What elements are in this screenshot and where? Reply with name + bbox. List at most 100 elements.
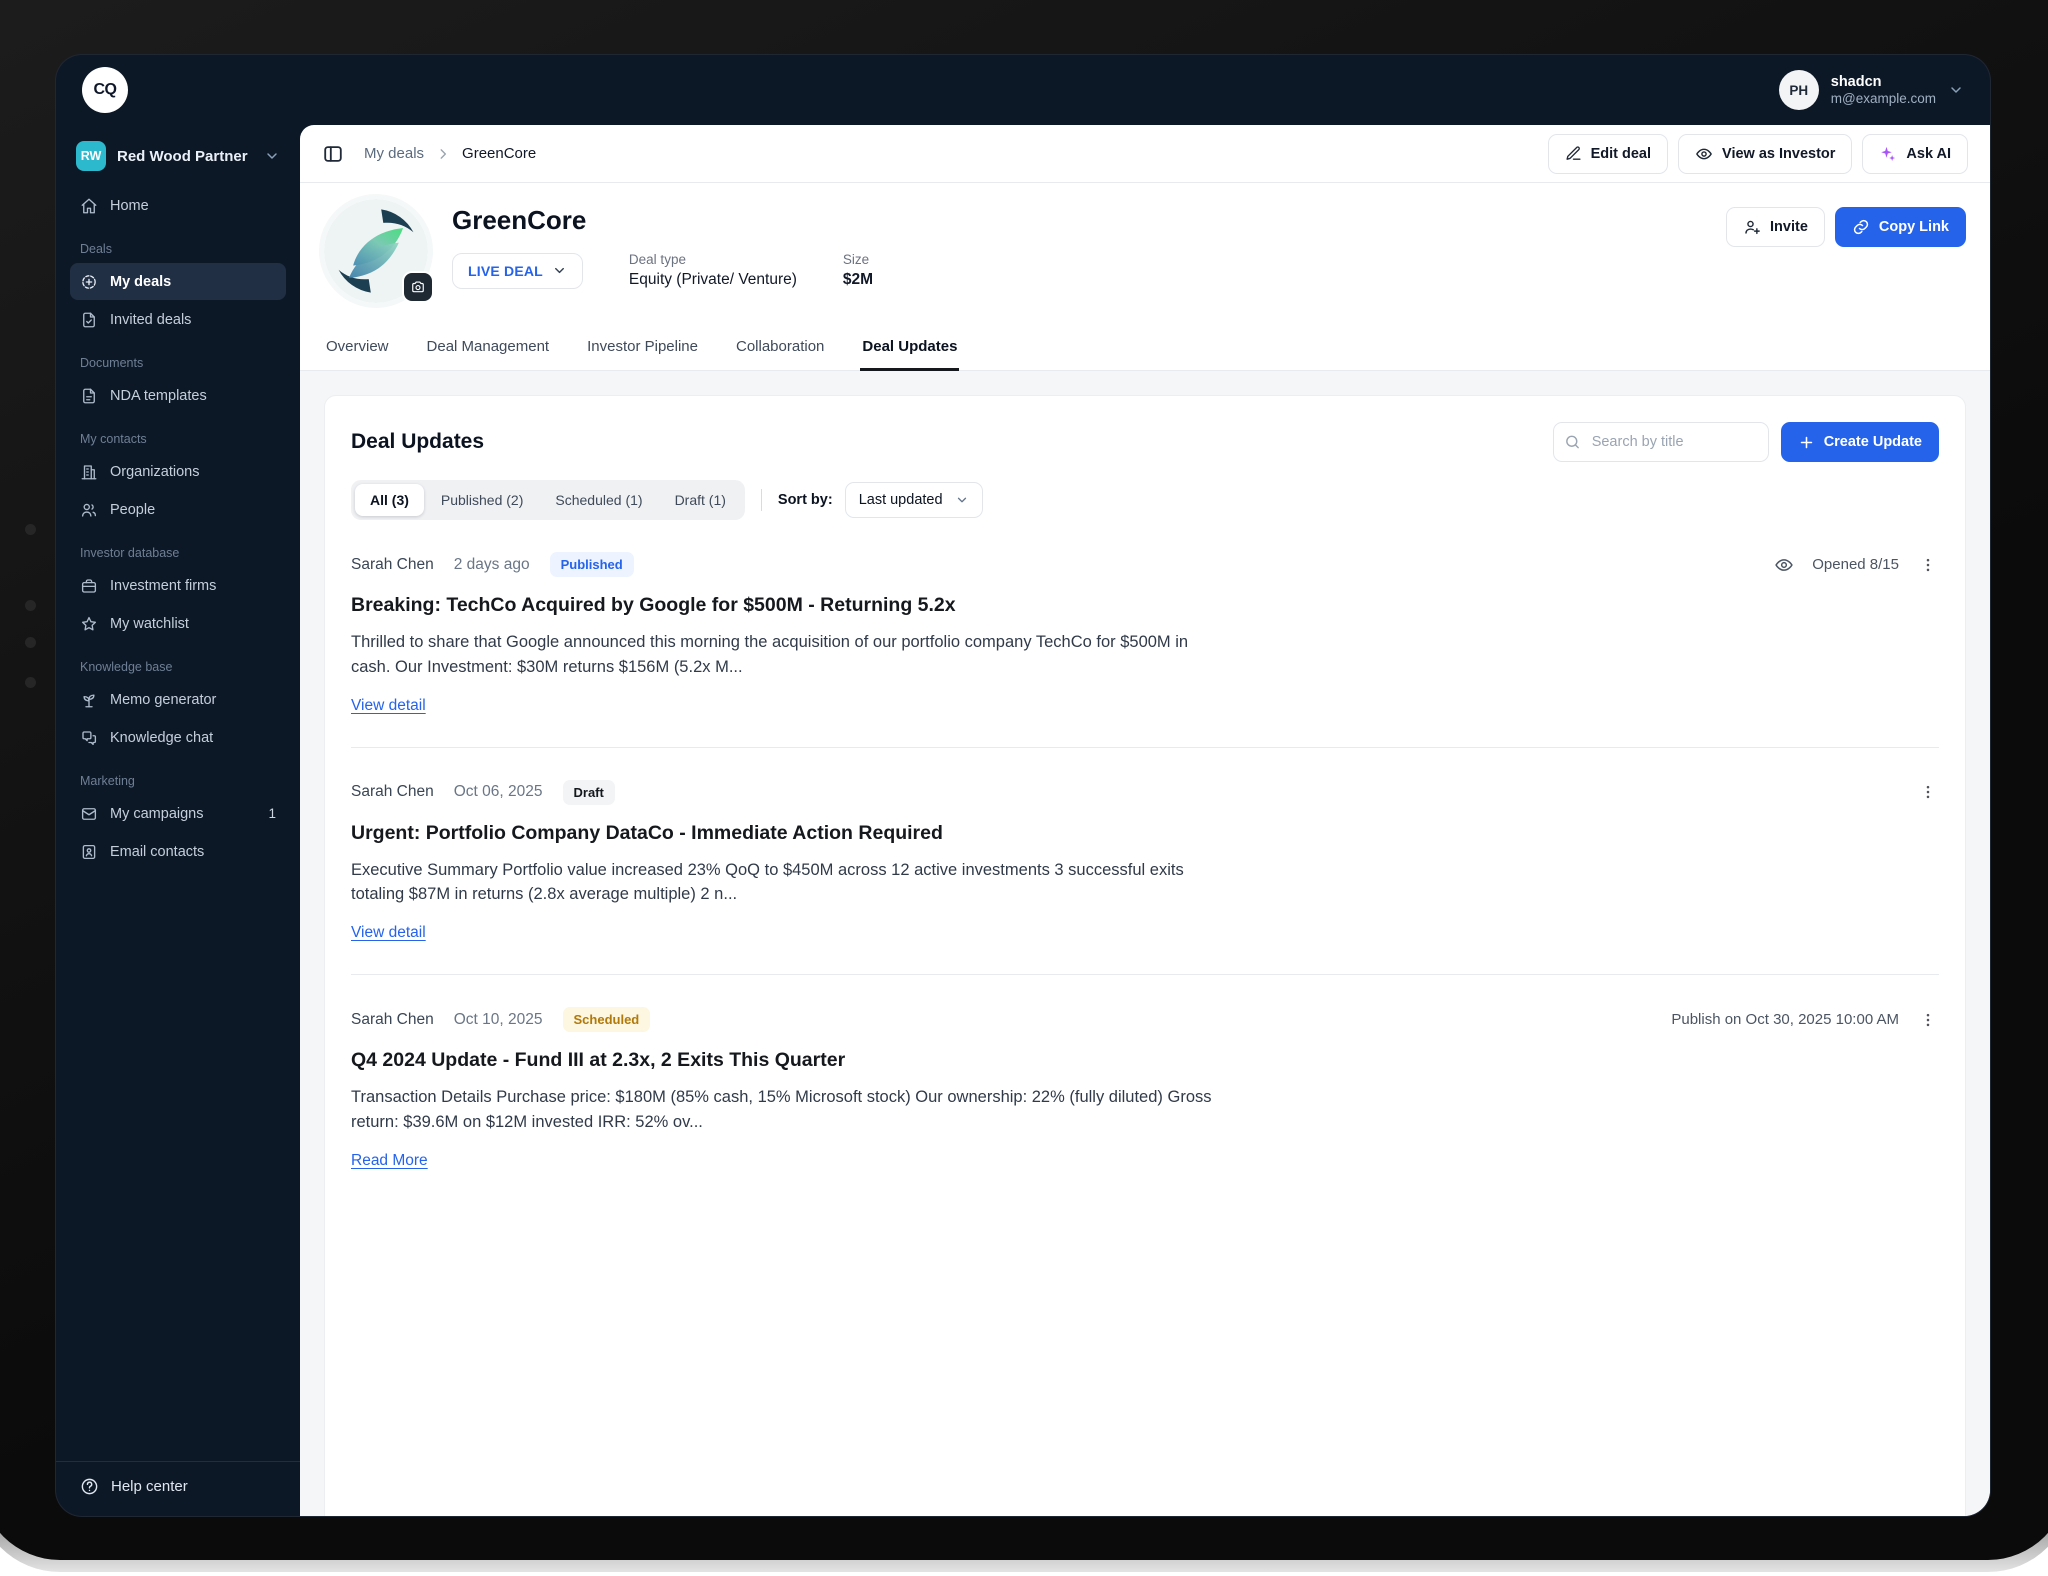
home-icon	[80, 197, 98, 215]
update-date: Oct 10, 2025	[453, 1010, 543, 1028]
workspace-switcher[interactable]: RW Red Wood Partner	[70, 137, 286, 187]
sidebar-item-help-center[interactable]: Help center	[80, 1477, 276, 1496]
panel-toggle-icon[interactable]	[322, 143, 344, 165]
tab-deal-updates[interactable]: Deal Updates	[860, 323, 960, 371]
sidebar-item-invited-deals[interactable]: Invited deals	[70, 301, 286, 338]
create-update-button[interactable]: Create Update	[1780, 422, 1939, 462]
chevron-down-icon	[1948, 82, 1964, 98]
copy-link-icon	[1852, 218, 1870, 236]
nda-templates-icon	[80, 387, 98, 405]
sidebar-item-label: My campaigns	[110, 805, 204, 822]
deal-tabs: Overview Deal Management Investor Pipeli…	[300, 323, 1990, 371]
sidebar-item-label: Invited deals	[110, 311, 192, 328]
sidebar-section-my-contacts: My contacts	[80, 432, 147, 446]
sidebar-item-nda-templates[interactable]: NDA templates	[70, 377, 286, 414]
deal-name: GreenCore	[452, 205, 587, 235]
edit-deal-button[interactable]: Edit deal	[1547, 133, 1669, 174]
user-menu[interactable]: PH shadcn m@example.com	[1778, 70, 1964, 110]
deal-status-dropdown[interactable]: LIVE DEAL	[452, 252, 583, 289]
copy-link-button[interactable]: Copy Link	[1834, 207, 1966, 247]
filter-row: All (3) Published (2) Scheduled (1) Draf…	[351, 480, 1939, 520]
sidebar-item-label: Email contacts	[110, 843, 205, 860]
bezel-button	[25, 677, 36, 688]
campaigns-count-badge: 1	[268, 806, 276, 821]
update-excerpt: Executive Summary Portfolio value increa…	[351, 860, 1184, 904]
topbar: CQ PH shadcn m@example.com	[56, 55, 1990, 125]
sidebar-section-documents: Documents	[80, 356, 144, 370]
sort-select[interactable]: Last updated	[844, 482, 983, 518]
app-logo-text: CQ	[93, 81, 118, 98]
kebab-menu-icon[interactable]	[1917, 1009, 1939, 1031]
deal-size-value: $2M	[842, 271, 874, 288]
sidebar-item-label: Knowledge chat	[110, 729, 214, 746]
tab-overview[interactable]: Overview	[324, 323, 391, 371]
status-badge-published: Published	[549, 552, 634, 577]
campaigns-mail-icon	[80, 805, 98, 823]
user-name: shadcn	[1830, 73, 1882, 90]
invited-deals-icon	[80, 311, 98, 329]
eye-icon	[1695, 145, 1713, 163]
ask-ai-button[interactable]: Ask AI	[1862, 133, 1968, 174]
invite-button[interactable]: Invite	[1726, 207, 1825, 247]
kebab-menu-icon[interactable]	[1917, 554, 1939, 576]
tab-deal-management[interactable]: Deal Management	[425, 323, 552, 371]
status-badge-scheduled: Scheduled	[562, 1007, 651, 1032]
sidebar-item-memo-generator[interactable]: Memo generator	[70, 681, 286, 718]
updates-list: Sarah Chen 2 days ago Published Opened 8…	[351, 552, 1939, 1170]
sidebar-item-home[interactable]: Home	[70, 187, 286, 224]
deal-size-label: Size	[842, 252, 870, 267]
filter-all[interactable]: All (3)	[355, 484, 424, 516]
sidebar-item-my-campaigns[interactable]: My campaigns 1	[70, 795, 286, 832]
help-icon	[80, 1477, 99, 1496]
panel-title: Deal Updates	[351, 430, 485, 453]
edit-pencil-icon	[1565, 145, 1582, 162]
sidebar-item-organizations[interactable]: Organizations	[70, 453, 286, 490]
chevron-down-icon	[955, 493, 969, 507]
publish-note: Publish on Oct 30, 2025 10:00 AM	[1671, 1011, 1899, 1028]
update-card-2: Sarah Chen Oct 06, 2025 Draft Urgent: Po…	[351, 779, 1939, 943]
help-label: Help center	[111, 1478, 188, 1495]
update-card-1: Sarah Chen 2 days ago Published Opened 8…	[351, 552, 1939, 715]
update-title: Urgent: Portfolio Company DataCo - Immed…	[351, 821, 943, 844]
sidebar-item-my-watchlist[interactable]: My watchlist	[70, 605, 286, 642]
deal-status-label: LIVE DEAL	[468, 262, 543, 279]
update-excerpt: Transaction Details Purchase price: $180…	[351, 1088, 1212, 1131]
tab-collaboration[interactable]: Collaboration	[734, 323, 826, 371]
status-filter-group: All (3) Published (2) Scheduled (1) Draf…	[351, 480, 745, 520]
filter-scheduled[interactable]: Scheduled (1)	[540, 484, 657, 516]
chevron-down-icon	[264, 148, 280, 164]
investment-firms-icon	[80, 577, 98, 595]
sidebar-item-people[interactable]: People	[70, 491, 286, 528]
view-detail-link[interactable]: View detail	[351, 924, 426, 942]
breadcrumb-current: GreenCore	[462, 145, 537, 162]
update-date: 2 days ago	[453, 555, 530, 573]
sidebar-section-deals: Deals	[80, 242, 112, 256]
deal-type-block: Deal type Equity (Private/ Venture)	[629, 252, 797, 289]
filter-published[interactable]: Published (2)	[426, 484, 539, 516]
sidebar-item-knowledge-chat[interactable]: Knowledge chat	[70, 719, 286, 756]
sparkles-icon	[1879, 145, 1897, 163]
app-logo[interactable]: CQ	[82, 67, 128, 113]
chevron-right-icon	[436, 147, 450, 161]
sidebar-item-investment-firms[interactable]: Investment firms	[70, 567, 286, 604]
sort-value: Last updated	[858, 492, 943, 508]
page: CQ PH shadcn m@example.com RW Red Wood P…	[0, 0, 2048, 1576]
update-author: Sarah Chen	[351, 1010, 434, 1028]
filter-draft[interactable]: Draft (1)	[660, 484, 741, 516]
divider	[760, 489, 762, 511]
read-more-link[interactable]: Read More	[351, 1152, 428, 1170]
status-badge-draft: Draft	[562, 779, 615, 805]
change-logo-camera-button[interactable]	[404, 273, 432, 301]
tab-investor-pipeline[interactable]: Investor Pipeline	[585, 323, 700, 371]
sidebar-item-email-contacts[interactable]: Email contacts	[70, 833, 286, 870]
update-title: Breaking: TechCo Acquired by Google for …	[351, 594, 956, 616]
sort-by-label: Sort by:	[777, 492, 833, 508]
search-input[interactable]	[1552, 422, 1769, 462]
eye-icon	[1774, 555, 1794, 575]
view-as-investor-button[interactable]: View as Investor	[1678, 133, 1853, 174]
sidebar-item-my-deals[interactable]: My deals	[70, 263, 286, 300]
view-detail-link[interactable]: View detail	[351, 697, 426, 715]
divider	[351, 974, 1939, 975]
kebab-menu-icon[interactable]	[1917, 781, 1939, 803]
breadcrumb-my-deals[interactable]: My deals	[364, 145, 424, 162]
